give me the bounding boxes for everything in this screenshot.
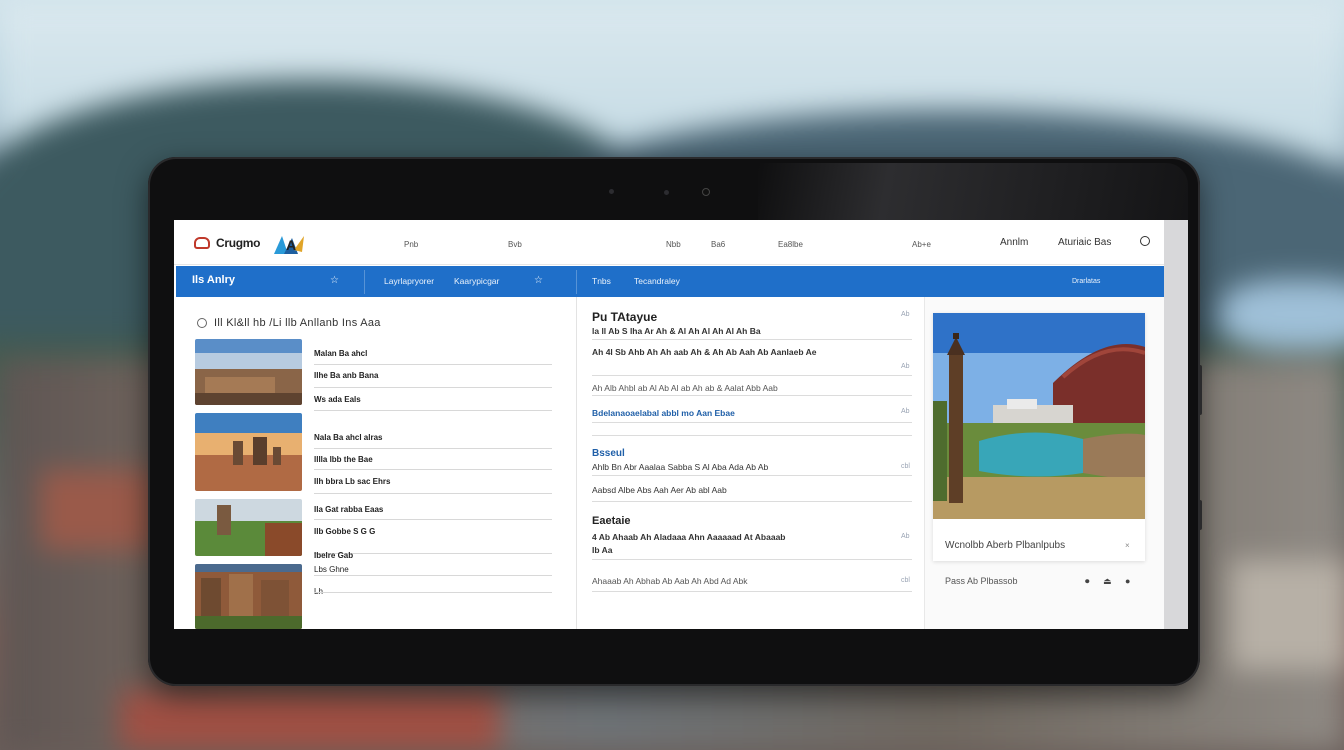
featured-column: Wcnolbb Aberb Plbanlpubs × Pass Ab Plbas…: [924, 297, 1164, 629]
logo-icon: [194, 237, 210, 249]
article-title[interactable]: Ila Gat rabba Eaas: [314, 505, 383, 514]
topic-meta: cbl: [901, 463, 910, 470]
bookmark-icon[interactable]: ●: [1125, 576, 1130, 586]
divider: [314, 493, 552, 494]
divider: [314, 469, 552, 470]
side-button[interactable]: [1198, 365, 1202, 415]
featured-image[interactable]: [933, 313, 1145, 519]
star-icon-2[interactable]: ☆: [534, 275, 543, 286]
divider: [314, 575, 552, 576]
topic-row[interactable]: Ah 4l Sb Ahb Ah Ah aab Ah & Ah Ab Aah Ab…: [592, 347, 816, 357]
topic-meta: Ab: [901, 408, 910, 415]
divider: [314, 387, 552, 388]
front-camera-icon: [702, 188, 710, 196]
topic-row[interactable]: Ahaaab Ah Abhab Ab Aab Ah Abd Ad Abk: [592, 576, 748, 586]
section-title: Bsseul: [592, 448, 625, 459]
divider: [592, 375, 912, 376]
camera-icon[interactable]: ⏺: [1085, 576, 1090, 587]
article-title[interactable]: Ibelre Gab: [314, 551, 353, 560]
divider: [592, 435, 912, 436]
topics-column: Pu TAtayue la ll Ab S lha Ar Ah & Al Ah …: [576, 297, 923, 629]
topic-row[interactable]: Ah Alb Ahbl ab Al Ab Al ab Ah ab & Aalat…: [592, 383, 778, 393]
topic-row[interactable]: Aabsd Albe Abs Aah Aer Ab abl Aab: [592, 485, 727, 495]
tablet-screen: Crugmo A Pnb Bvb Nbb Ba6 Ea8lbe Ab+e Ann…: [174, 220, 1164, 629]
topic-link[interactable]: Bdelanaoaelabal abbl mo Aan Ebae: [592, 408, 735, 418]
featured-caption[interactable]: Wcnolbb Aberb Plbanlpubs: [945, 540, 1065, 551]
divider: [314, 592, 552, 593]
share-icon[interactable]: ⏏: [1103, 576, 1112, 587]
topic-row[interactable]: Ahlb Bn Abr Aaalaa Sabba S Al Aba Ada Ab…: [592, 462, 768, 472]
article-title[interactable]: Ilb Gobbe S G G: [314, 527, 375, 536]
top-link-3[interactable]: Nbb: [666, 240, 681, 249]
article-title[interactable]: Nala Ba ahcl alras: [314, 433, 382, 442]
nav-item-4[interactable]: Tecandraley: [634, 276, 680, 286]
news-list-column: Ill Kl&ll hb /Li llb Anllanb Ins Aaa Mal…: [174, 297, 575, 629]
top-link-4[interactable]: Ba6: [711, 240, 725, 249]
article-title[interactable]: Lbs Ghne: [314, 565, 349, 574]
nav-item-1[interactable]: Layrlapryorer: [384, 276, 434, 286]
featured-footer[interactable]: Pass Ab Plbassob: [945, 576, 1018, 586]
nav-home-link[interactable]: Ils Anlry: [192, 274, 235, 286]
topic-meta: Ab: [901, 533, 910, 540]
top-link-5[interactable]: Ea8lbe: [778, 240, 803, 249]
nav-right-link[interactable]: Drarlatas: [1072, 278, 1100, 285]
divider: [592, 501, 912, 502]
divider: [592, 591, 912, 592]
divider: [592, 422, 912, 423]
brand-mark-icon: A: [274, 236, 304, 254]
user-icon[interactable]: [1140, 236, 1150, 246]
article-thumbnail-2[interactable]: [195, 413, 302, 491]
section-title: Eaetaie: [592, 515, 631, 527]
article-thumbnail-1[interactable]: [195, 339, 302, 405]
divider: [314, 448, 552, 449]
nav-item-2[interactable]: Kaarypicgar: [454, 276, 499, 286]
header-menu-label[interactable]: Aturiaic Bas: [1058, 237, 1111, 248]
main-navbar: Ils Anlry ☆ Layrlapryorer Kaarypicgar ☆ …: [176, 266, 1164, 297]
divider: [592, 559, 912, 560]
divider: [314, 410, 552, 411]
nav-separator: [364, 270, 365, 294]
divider: [314, 364, 552, 365]
star-icon[interactable]: ☆: [330, 275, 339, 286]
camera-dot-2: [664, 190, 669, 195]
topic-meta: Ab: [901, 311, 910, 318]
divider: [592, 475, 912, 476]
topic-row[interactable]: la ll Ab S lha Ar Ah & Al Ah Al Ah Al Ah…: [592, 326, 761, 336]
brand-name[interactable]: Crugmo: [216, 236, 261, 250]
section-heading: Ill Kl&ll hb /Li llb Anllanb Ins Aaa: [214, 317, 381, 329]
svg-text:A: A: [286, 237, 296, 253]
article-title[interactable]: Ilh bbra Lb sac Ehrs: [314, 477, 390, 486]
top-link-2[interactable]: Bvb: [508, 240, 522, 249]
nav-separator-2: [576, 270, 577, 294]
article-thumbnail-3[interactable]: [195, 499, 302, 556]
topics-title: Pu TAtayue: [592, 310, 658, 324]
top-link-6[interactable]: Ab+e: [912, 240, 931, 249]
article-title[interactable]: Ws ada Eals: [314, 395, 361, 404]
top-link-1[interactable]: Pnb: [404, 240, 418, 249]
topic-row[interactable]: Ib Aa: [592, 545, 612, 555]
side-button-2[interactable]: [1198, 500, 1202, 530]
topic-row[interactable]: 4 Ab Ahaab Ah Aladaaa Ahn Aaaaaad At Aba…: [592, 532, 786, 542]
article-title[interactable]: Malan Ba ahcl: [314, 349, 367, 358]
nav-item-3[interactable]: Tnbs: [592, 276, 611, 286]
divider: [592, 339, 912, 340]
header-account-label[interactable]: Annlm: [1000, 237, 1028, 248]
close-icon[interactable]: ×: [1125, 541, 1130, 550]
camera-dot-1: [609, 189, 614, 194]
topic-meta: cbl: [901, 577, 910, 584]
article-title[interactable]: lllla lbb the Bae: [314, 455, 373, 464]
divider: [592, 395, 912, 396]
screen-edge: [1164, 220, 1188, 629]
divider: [314, 519, 552, 520]
article-title[interactable]: Ilhe Ba anb Bana: [314, 371, 378, 380]
topic-meta: Ab: [901, 363, 910, 370]
clock-icon: [197, 318, 207, 328]
article-thumbnail-4[interactable]: [195, 564, 302, 629]
top-header: Crugmo A Pnb Bvb Nbb Ba6 Ea8lbe Ab+e Ann…: [174, 220, 1164, 265]
featured-card[interactable]: Wcnolbb Aberb Plbanlpubs ×: [933, 313, 1145, 561]
